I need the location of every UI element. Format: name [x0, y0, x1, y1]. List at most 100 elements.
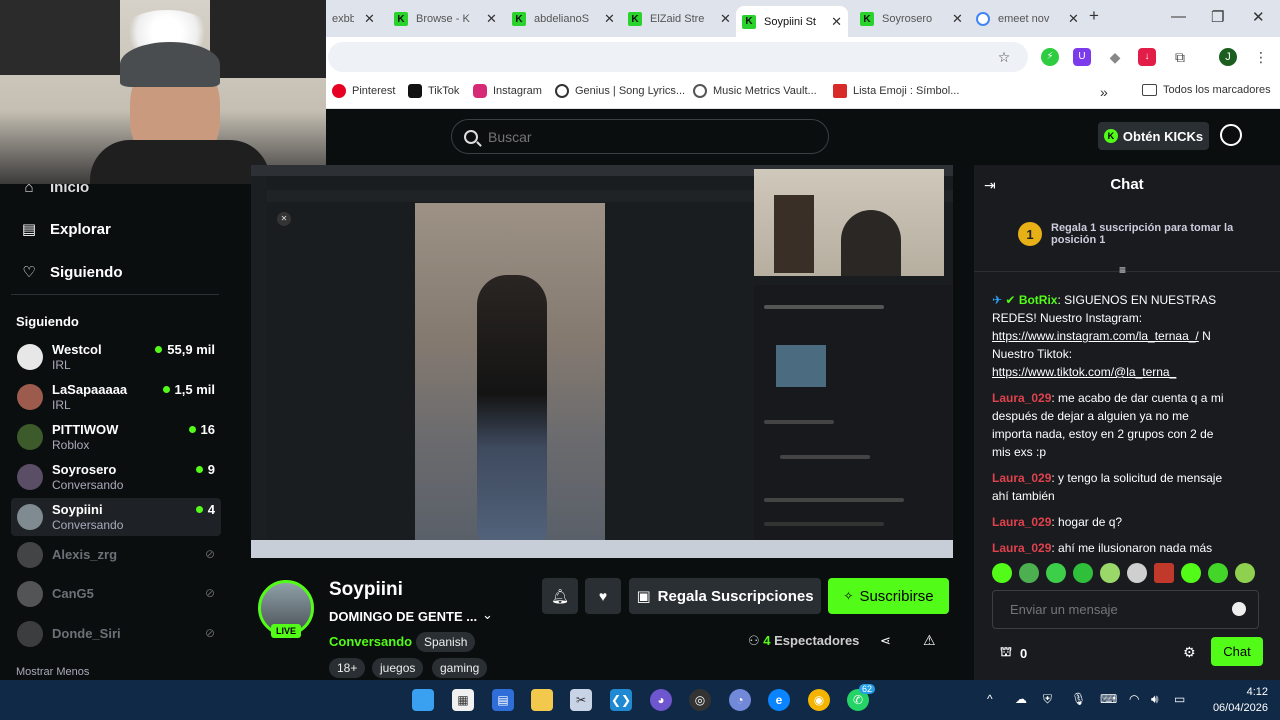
close-icon[interactable]: ✕	[1068, 11, 1079, 27]
taskbar-clock[interactable]: 4:12 06/04/2026	[1196, 684, 1268, 716]
share-icon[interactable]: ⋖	[880, 633, 891, 649]
windows-start-icon[interactable]	[412, 689, 434, 711]
close-icon[interactable]: ✕	[720, 11, 731, 27]
followed-channel-donde-siri[interactable]: Donde_Siri ⊘	[11, 615, 221, 653]
new-tab-button[interactable]: +	[1089, 6, 1099, 26]
bookmark-emoji-list[interactable]: Lista Emoji : Símbol...	[833, 84, 959, 98]
report-warning-icon[interactable]: ⚠	[923, 632, 936, 649]
followed-channel-westcol[interactable]: Westcol IRL 55,9 mil	[11, 338, 221, 376]
sidebar-item-explorar[interactable]: ▤ Explorar	[20, 220, 111, 239]
followed-channel-cang5[interactable]: CanG5 ⊘	[11, 575, 221, 613]
followed-channel-lasapaaaaa[interactable]: LaSapaaaaa IRL 1,5 mil	[11, 378, 221, 416]
emote-icon[interactable]	[1127, 563, 1147, 583]
close-icon[interactable]: ✕	[486, 11, 497, 27]
defender-icon[interactable]: ⛨	[1043, 692, 1052, 707]
chat-app-icon[interactable]: ◔	[729, 689, 751, 711]
browser-tab[interactable]: K Soyrosero ✕	[854, 6, 969, 32]
notification-bell-button[interactable]: 🔔︎	[542, 578, 578, 614]
search-input[interactable]	[488, 128, 808, 145]
address-bar[interactable]	[328, 42, 1028, 72]
follow-heart-button[interactable]: ♥	[585, 578, 621, 614]
mic-icon[interactable]: 🎙︎	[1071, 692, 1086, 706]
sidebar-item-siguiendo[interactable]: ♡ Siguiendo	[20, 263, 122, 282]
browser-tab[interactable]: K ElZaid Stre ✕	[622, 6, 737, 32]
minimize-icon[interactable]: —	[1171, 8, 1186, 25]
emote-icon[interactable]	[1019, 563, 1039, 583]
show-less-link[interactable]: Mostrar Menos	[16, 666, 89, 678]
browser-tab[interactable]: exbb ✕	[326, 6, 381, 32]
browser-tab[interactable]: K Browse - K ✕	[388, 6, 503, 32]
close-icon[interactable]: ✕	[831, 14, 842, 30]
emote-icon[interactable]	[1154, 563, 1174, 583]
file-explorer-icon[interactable]	[531, 689, 553, 711]
browser-tab[interactable]: K abdelianoS ✕	[506, 6, 621, 32]
gear-icon[interactable]: ⚙	[1183, 644, 1196, 661]
followed-channel-soypiini[interactable]: Soypiini Conversando 4	[11, 498, 221, 536]
followed-channel-soyrosero[interactable]: Soyrosero Conversando 9	[11, 458, 221, 496]
keyboard-icon[interactable]: ⌨	[1100, 692, 1117, 706]
calculator-icon[interactable]: ▤	[492, 689, 514, 711]
channel-points[interactable]: ⛫ 0	[1000, 644, 1027, 662]
bookmark-pinterest[interactable]: Pinterest	[332, 84, 395, 98]
extension-bolt-icon[interactable]: ⚡	[1041, 48, 1059, 66]
emote-icon[interactable]	[1181, 563, 1201, 583]
battery-icon[interactable]: ▭	[1174, 692, 1185, 706]
search-box[interactable]	[451, 119, 829, 154]
volume-icon[interactable]: 🔊︎	[1151, 692, 1159, 707]
profile-avatar[interactable]: J	[1219, 48, 1237, 66]
all-bookmarks-folder[interactable]: Todos los marcadores	[1142, 84, 1271, 96]
snipping-tool-icon[interactable]: ✂	[570, 689, 592, 711]
bookmark-star-icon[interactable]: ☆	[995, 48, 1013, 66]
emote-icon[interactable]	[1208, 563, 1228, 583]
tag-chip[interactable]: gaming	[432, 658, 488, 678]
followed-channel-alexis-zrg[interactable]: Alexis_zrg ⊘	[11, 536, 221, 574]
edge-icon[interactable]: e	[768, 689, 790, 711]
filter-icon[interactable]: ≡	[1119, 263, 1126, 277]
browser-menu-icon[interactable]: ⋮	[1252, 48, 1270, 66]
store-icon[interactable]: ▦	[452, 689, 474, 711]
tag-chip[interactable]: juegos	[372, 658, 424, 678]
get-kicks-button[interactable]: K Obtén KICKs	[1098, 122, 1209, 150]
discord-icon[interactable]: ◕	[650, 689, 672, 711]
emoji-picker-icon[interactable]	[1232, 602, 1246, 616]
vscode-icon[interactable]: ❮❯	[610, 689, 632, 711]
stream-category[interactable]: Conversando	[329, 634, 412, 649]
emote-icon[interactable]	[1100, 563, 1120, 583]
gift-leaderboard-banner[interactable]: 1 Regala 1 suscripción para tomar la pos…	[1018, 222, 1238, 246]
maximize-icon[interactable]: ❐	[1211, 8, 1224, 26]
obs-icon[interactable]: ◎	[689, 689, 711, 711]
send-chat-button[interactable]: Chat	[1211, 637, 1263, 666]
chat-input-box[interactable]	[992, 590, 1259, 629]
user-avatar[interactable]	[1220, 124, 1242, 146]
browser-tab-active[interactable]: K Soypiini St ✕	[736, 6, 848, 37]
bookmark-tiktok[interactable]: TikTok	[408, 84, 459, 98]
chat-message-input[interactable]	[1010, 602, 1220, 617]
chat-link[interactable]: https://www.tiktok.com/@la_terna_	[992, 365, 1176, 379]
emote-icon[interactable]	[1235, 563, 1255, 583]
chrome-icon[interactable]: ◉	[808, 689, 830, 711]
tray-chevron-up-icon[interactable]: ^	[987, 692, 993, 706]
extension-puzzle-gray-icon[interactable]: ◆	[1106, 48, 1124, 66]
extension-shield-icon[interactable]: U	[1073, 48, 1091, 66]
emote-icon[interactable]	[992, 563, 1012, 583]
onedrive-icon[interactable]: ☁	[1015, 692, 1027, 706]
bookmark-music-metrics[interactable]: Music Metrics Vault...	[693, 84, 817, 98]
video-player[interactable]: ✕	[251, 165, 953, 558]
emote-icon[interactable]	[1073, 563, 1093, 583]
close-icon[interactable]: ✕	[952, 11, 963, 27]
tag-chip[interactable]: Spanish	[416, 632, 476, 652]
streamer-name[interactable]: Soypiini	[329, 579, 403, 601]
emote-icon[interactable]	[1046, 563, 1066, 583]
extension-download-icon[interactable]: ↓	[1138, 48, 1156, 66]
close-window-icon[interactable]: ✕	[1252, 8, 1265, 26]
gift-subs-button[interactable]: ▣ Regala Suscripciones	[629, 578, 821, 614]
extensions-puzzle-icon[interactable]: ⧉	[1171, 48, 1189, 66]
chevron-down-icon[interactable]: ⌄	[482, 607, 493, 623]
bookmark-genius[interactable]: Genius | Song Lyrics...	[555, 84, 685, 98]
chat-link[interactable]: https://www.instagram.com/la_ternaa_/	[992, 329, 1199, 343]
browser-tab[interactable]: emeet nov ✕	[970, 6, 1085, 32]
bookmark-instagram[interactable]: Instagram	[473, 84, 542, 98]
close-icon[interactable]: ✕	[364, 11, 375, 27]
tag-chip[interactable]: 18+	[329, 658, 366, 678]
wifi-icon[interactable]: ◠	[1129, 692, 1139, 706]
